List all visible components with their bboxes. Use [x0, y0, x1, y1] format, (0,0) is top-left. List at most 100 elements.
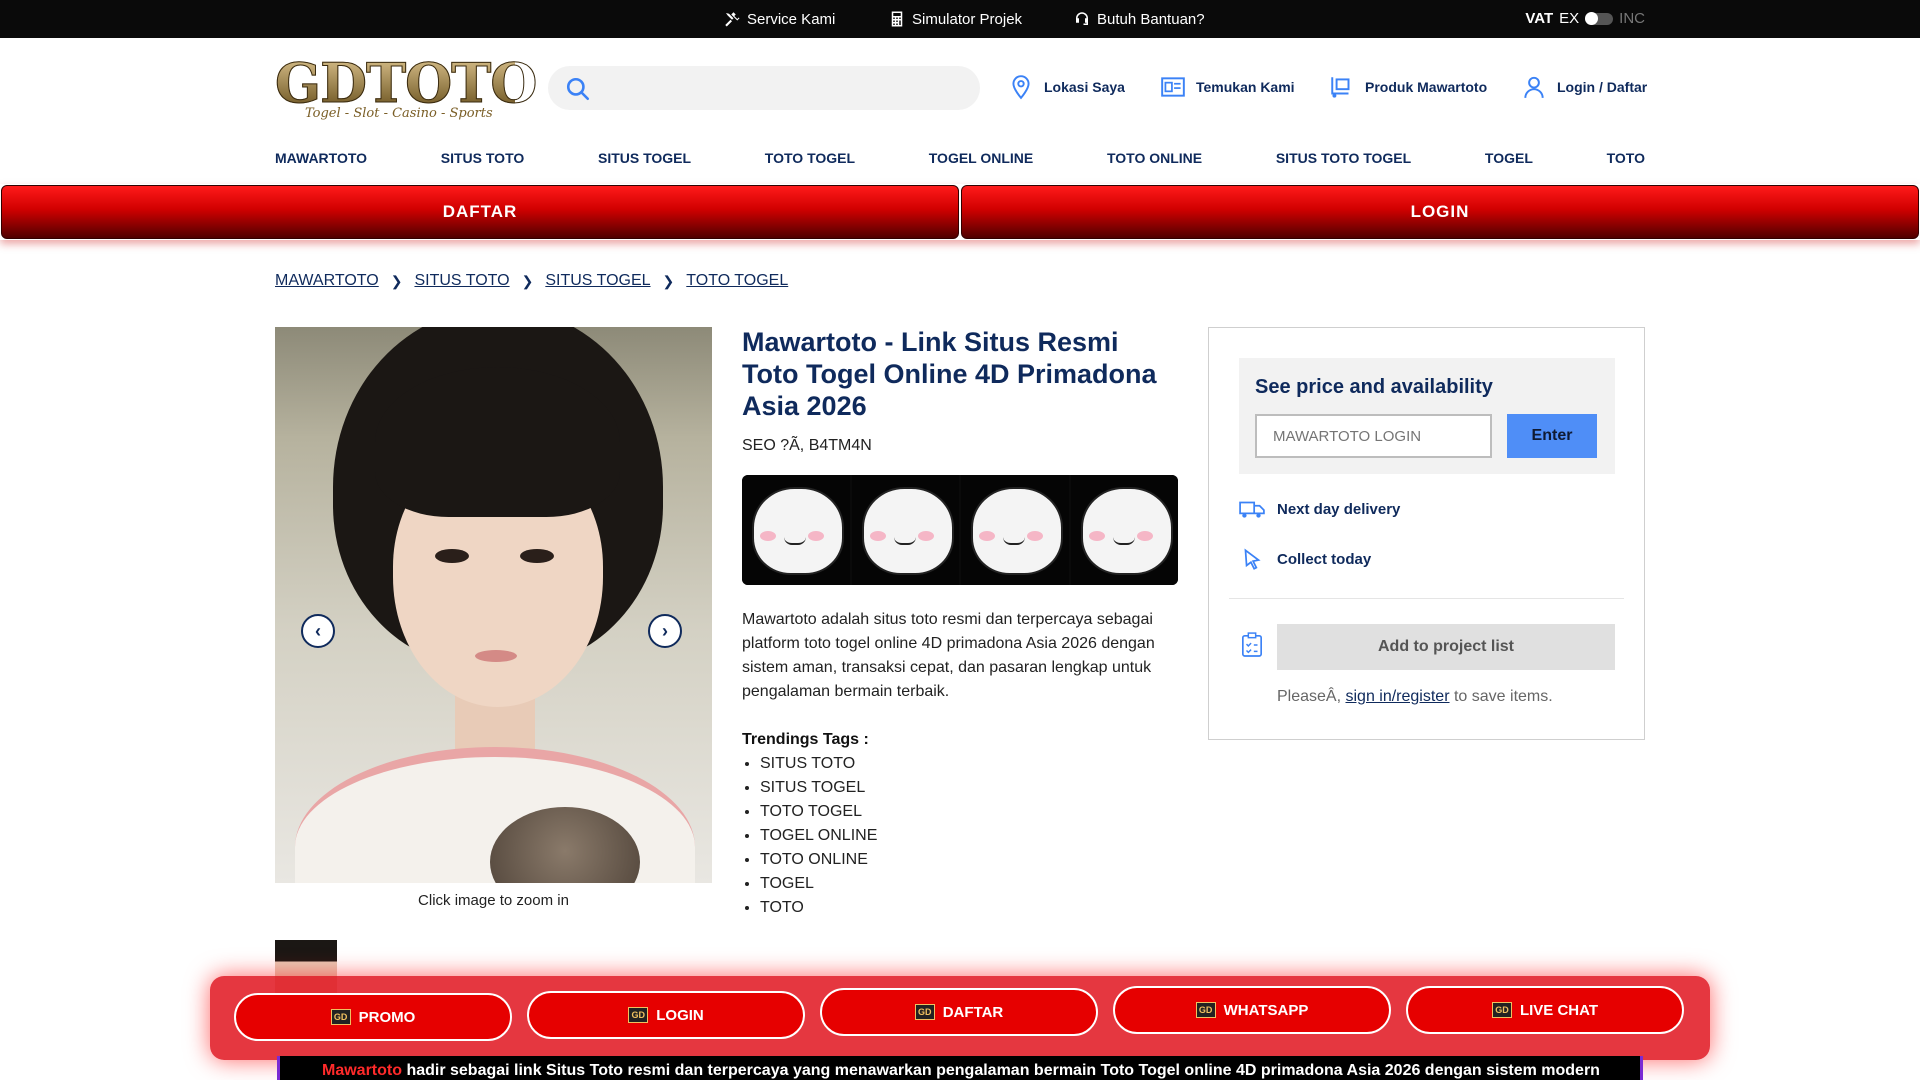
- intro-text: hadir sebagai link Situs Toto resmi dan …: [402, 1062, 1600, 1079]
- breadcrumb: MAWARTOTO ❯ SITUS TOTO ❯ SITUS TOGEL ❯ T…: [275, 272, 788, 290]
- gd-badge-icon: GD: [1491, 1002, 1512, 1018]
- logo[interactable]: GDTOTO Togel - Slot - Casino - Sports: [275, 51, 538, 122]
- login-code-input[interactable]: [1255, 414, 1492, 458]
- store-icon: [1161, 77, 1185, 97]
- chevron-right-icon: ❯: [662, 272, 675, 289]
- tag-item: TOTO TOGEL: [760, 800, 877, 824]
- tag-item: TOGEL: [760, 872, 877, 896]
- vat-switch[interactable]: [1585, 11, 1614, 25]
- gd-badge-icon: GD: [628, 1007, 649, 1023]
- tag-item: TOTO: [760, 896, 877, 920]
- product-label: Produk Mawartoto: [1365, 79, 1488, 95]
- tools-icon: [725, 12, 740, 27]
- price-check-panel: See price and availability Enter: [1239, 358, 1615, 474]
- sticker-image: [742, 475, 850, 585]
- tag-item: TOTO ONLINE: [760, 848, 877, 872]
- product-link[interactable]: Produk Mawartoto: [1329, 74, 1487, 100]
- vat-ex-label: EX: [1559, 10, 1580, 27]
- float-daftar-button[interactable]: GD DAFTAR: [820, 988, 1098, 1036]
- breadcrumb-link[interactable]: TOTO TOGEL: [686, 272, 788, 290]
- promo-button[interactable]: GD PROMO: [234, 993, 512, 1041]
- logo-tagline: Togel - Slot - Casino - Sports: [305, 106, 493, 121]
- zoom-hint: Click image to zoom in: [418, 892, 569, 909]
- cursor-click-icon: [1244, 548, 1261, 570]
- intro-banner: Mawartoto hadir sebagai link Situs Toto …: [277, 1056, 1643, 1080]
- trolley-icon: [1331, 77, 1350, 98]
- category-item[interactable]: TOTO: [1607, 150, 1645, 174]
- help-link[interactable]: Butuh Bantuan?: [1073, 10, 1205, 28]
- tags-heading: Trendings Tags :: [742, 731, 869, 748]
- signin-prompt: PleaseÂ, sign in/register to save items.: [1277, 688, 1553, 706]
- float-login-button[interactable]: GD LOGIN: [527, 991, 805, 1039]
- product-description: Mawartoto adalah situs toto resmi dan te…: [742, 611, 1155, 700]
- category-item[interactable]: TOTO TOGEL: [765, 150, 855, 174]
- brand-name[interactable]: Mawartoto: [322, 1062, 402, 1079]
- help-label: Butuh Bantuan?: [1097, 10, 1205, 28]
- category-item[interactable]: MAWARTOTO: [275, 150, 367, 174]
- floating-action-bar: GD PROMO GD LOGIN GD DAFTAR GD WHATSAPP GD LI…: [210, 976, 1710, 1060]
- gd-badge-icon: GD: [914, 1004, 935, 1020]
- search-input[interactable]: [608, 74, 968, 102]
- service-link[interactable]: Service Kami: [723, 10, 835, 28]
- vat-toggle[interactable]: VAT EX INC: [1525, 10, 1645, 27]
- login-link[interactable]: Login / Daftar: [1521, 74, 1647, 100]
- breadcrumb-link[interactable]: SITUS TOGEL: [545, 272, 650, 290]
- delivery-label: Next day delivery: [1277, 500, 1401, 518]
- location-link[interactable]: Lokasi Saya: [1008, 74, 1125, 100]
- live-chat-label: LIVE CHAT: [1519, 1001, 1599, 1019]
- tag-item: TOGEL ONLINE: [760, 824, 877, 848]
- chevron-left-icon[interactable]: ‹: [301, 614, 335, 648]
- category-item[interactable]: SITUS TOGEL: [598, 150, 691, 174]
- breadcrumb-link[interactable]: MAWARTOTO: [275, 272, 379, 290]
- add-to-project-button[interactable]: Add to project list: [1277, 624, 1615, 670]
- signin-suffix: to save items.: [1449, 688, 1553, 705]
- user-icon: [1524, 76, 1544, 98]
- calculator-icon: [891, 11, 903, 27]
- delivery-truck-icon: [1239, 501, 1265, 518]
- category-item[interactable]: TOGEL ONLINE: [929, 150, 1034, 174]
- simulator-link[interactable]: Simulator Projek: [888, 10, 1022, 28]
- price-box: See price and availability Enter Next da…: [1208, 327, 1645, 740]
- cta-bar: DAFTAR LOGIN: [0, 184, 1920, 240]
- header: GDTOTO Togel - Slot - Casino - Sports Lo…: [0, 38, 1920, 138]
- clipboard-checklist-icon: [1242, 632, 1262, 657]
- breadcrumb-link[interactable]: SITUS TOTO: [414, 272, 509, 290]
- login-button[interactable]: LOGIN: [961, 185, 1919, 239]
- sticker-image: [961, 475, 1069, 585]
- page-title: Mawartoto - Link Situs Resmi Toto Togel …: [742, 327, 1157, 421]
- vat-inc-label: INC: [1619, 10, 1645, 27]
- category-item[interactable]: TOTO ONLINE: [1107, 150, 1202, 174]
- tag-item: SITUS TOGEL: [760, 776, 877, 800]
- service-label: Service Kami: [747, 10, 836, 28]
- price-heading: See price and availability: [1255, 376, 1493, 398]
- category-item[interactable]: TOGEL: [1485, 150, 1533, 174]
- gd-badge-icon: GD: [1195, 1002, 1216, 1018]
- seo-text: SEO ?Ã, B4TM4N: [742, 437, 872, 454]
- category-item[interactable]: SITUS TOTO: [441, 150, 525, 174]
- headset-icon: [1076, 12, 1088, 25]
- simulator-label: Simulator Projek: [912, 10, 1023, 28]
- location-pin-icon: [1012, 75, 1030, 100]
- chevron-right-icon: ❯: [390, 272, 403, 289]
- category-item[interactable]: SITUS TOTO TOGEL: [1276, 150, 1411, 174]
- live-chat-button[interactable]: GD LIVE CHAT: [1406, 986, 1684, 1034]
- search-bar[interactable]: [548, 66, 980, 110]
- find-us-link[interactable]: Temukan Kami: [1160, 74, 1295, 100]
- chevron-right-icon[interactable]: ›: [648, 614, 682, 648]
- vat-label: VAT: [1525, 10, 1554, 27]
- tags-list: SITUS TOTO SITUS TOGEL TOTO TOGEL TOGEL …: [760, 752, 877, 920]
- search-icon: [566, 77, 590, 101]
- chevron-right-icon: ❯: [521, 272, 534, 289]
- delivery-feature: Next day delivery: [1239, 496, 1400, 522]
- float-daftar-label: DAFTAR: [942, 1003, 1004, 1021]
- category-nav: MAWARTOTO SITUS TOTO SITUS TOGEL TOTO TO…: [275, 150, 1645, 174]
- location-label: Lokasi Saya: [1044, 79, 1125, 95]
- logo-main-text: GDTOTO: [275, 51, 538, 115]
- signin-link[interactable]: sign in/register: [1345, 688, 1449, 705]
- daftar-button[interactable]: DAFTAR: [1, 185, 959, 239]
- product-image[interactable]: ‹ ›: [275, 327, 712, 883]
- enter-button[interactable]: Enter: [1507, 414, 1597, 458]
- whatsapp-button[interactable]: GD WHATSAPP: [1113, 986, 1391, 1034]
- whatsapp-label: WHATSAPP: [1223, 1001, 1309, 1019]
- float-login-label: LOGIN: [656, 1006, 704, 1024]
